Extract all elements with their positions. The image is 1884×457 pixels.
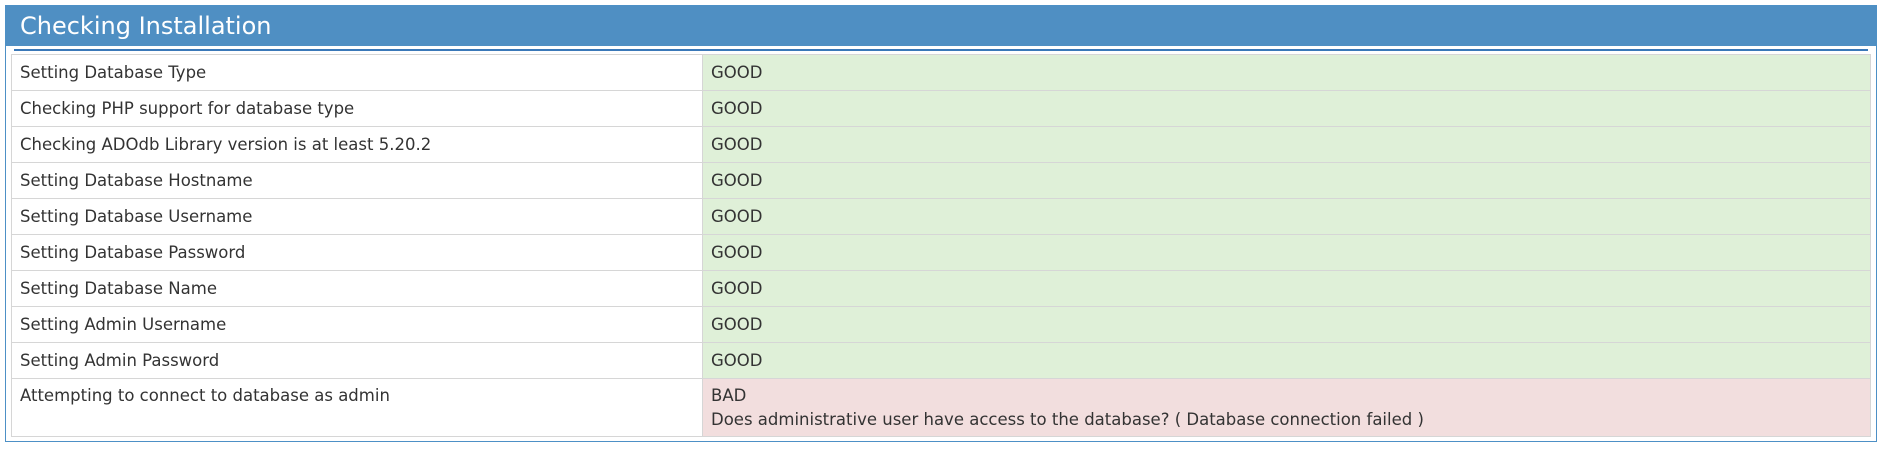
check-label: Checking ADOdb Library version is at lea…	[11, 126, 703, 163]
table-row: Setting Database Password GOOD	[11, 234, 1871, 271]
table-row: Setting Database Name GOOD	[11, 270, 1871, 307]
panel-title: Checking Installation	[6, 6, 1876, 46]
check-label: Setting Admin Username	[11, 306, 703, 343]
installation-check-panel: Checking Installation Setting Database T…	[5, 5, 1877, 442]
check-label: Setting Admin Password	[11, 342, 703, 379]
check-label: Setting Database Password	[11, 234, 703, 271]
check-status-good: GOOD	[702, 198, 1871, 235]
check-status-good: GOOD	[702, 270, 1871, 307]
header-divider	[14, 49, 1868, 51]
check-status-bad-cell: BAD Does administrative user have access…	[702, 378, 1871, 437]
table-row: Checking PHP support for database type G…	[11, 90, 1871, 127]
check-label: Setting Database Hostname	[11, 162, 703, 199]
checks-table: Setting Database Type GOOD Checking PHP …	[11, 54, 1871, 437]
check-label: Attempting to connect to database as adm…	[11, 378, 703, 437]
check-status-good: GOOD	[702, 126, 1871, 163]
error-detail: Does administrative user have access to …	[711, 409, 1424, 429]
check-label: Setting Database Name	[11, 270, 703, 307]
table-row: Setting Database Type GOOD	[11, 54, 1871, 91]
table-row: Setting Admin Password GOOD	[11, 342, 1871, 379]
table-row: Setting Database Hostname GOOD	[11, 162, 1871, 199]
table-row-failed: Attempting to connect to database as adm…	[11, 378, 1871, 437]
check-label: Setting Database Type	[11, 54, 703, 91]
check-status-good: GOOD	[702, 90, 1871, 127]
check-status-good: GOOD	[702, 162, 1871, 199]
table-row: Checking ADOdb Library version is at lea…	[11, 126, 1871, 163]
check-status-good: GOOD	[702, 306, 1871, 343]
check-label: Checking PHP support for database type	[11, 90, 703, 127]
check-status-good: GOOD	[702, 234, 1871, 271]
table-row: Setting Database Username GOOD	[11, 198, 1871, 235]
table-row: Setting Admin Username GOOD	[11, 306, 1871, 343]
check-status-bad: BAD	[711, 385, 747, 405]
check-label: Setting Database Username	[11, 198, 703, 235]
check-status-good: GOOD	[702, 54, 1871, 91]
check-status-good: GOOD	[702, 342, 1871, 379]
